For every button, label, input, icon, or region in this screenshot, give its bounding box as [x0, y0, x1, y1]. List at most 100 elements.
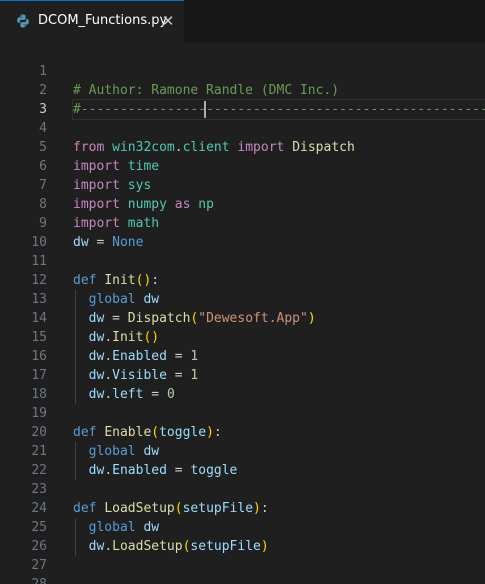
code-line[interactable]: 6 import time — [0, 157, 485, 176]
line-number: 27 — [31, 558, 47, 573]
code-token: import — [237, 140, 285, 155]
code-token: as — [174, 197, 191, 212]
line-number: 5 — [39, 140, 47, 155]
code-token: Enable — [104, 425, 152, 440]
code-line[interactable]: 23 — [0, 480, 485, 499]
code-text: dw.Enabled = toggle — [73, 461, 485, 480]
code-token: . — [104, 387, 113, 402]
code-token: dw — [143, 520, 160, 535]
code-token: = — [166, 349, 191, 364]
code-line[interactable]: 12 def Init(): — [0, 271, 485, 290]
code-text: dw.Enabled = 1 — [73, 347, 485, 366]
code-text: dw.Init() — [73, 328, 485, 347]
code-line[interactable]: 20 def Enable(toggle): — [0, 423, 485, 442]
code-text: global dw — [73, 290, 485, 309]
code-token: ) — [253, 501, 261, 516]
close-icon[interactable]: ✕ — [159, 10, 177, 32]
code-line[interactable]: 1 — [0, 62, 485, 81]
code-token: time — [127, 159, 160, 174]
code-token: def — [73, 273, 97, 288]
code-text: import math — [73, 214, 485, 233]
code-line[interactable]: 21 global dw — [0, 442, 485, 461]
code-token: Dispatch — [127, 311, 191, 326]
code-token: sys — [127, 178, 152, 193]
code-token: = — [166, 463, 191, 478]
code-line[interactable]: 11 — [0, 252, 485, 271]
editor-tab-bar: DCOM_Functions.py ✕ — [0, 0, 485, 42]
line-number: 1 — [39, 64, 47, 79]
code-token: dw — [88, 349, 105, 364]
code-text: import sys — [73, 176, 485, 195]
code-line[interactable]: 2 # Author: Ramone Randle (DMC Inc.) — [0, 81, 485, 100]
code-line[interactable]: 4 — [0, 119, 485, 138]
code-token: = — [104, 311, 128, 326]
code-token: dw — [88, 387, 105, 402]
code-token: numpy — [127, 197, 167, 212]
text-cursor — [204, 101, 206, 118]
line-number: 17 — [31, 368, 47, 383]
line-number: 14 — [31, 311, 47, 326]
code-line[interactable]: 16 dw.Enabled = 1 — [0, 347, 485, 366]
code-token: () — [135, 273, 152, 288]
code-line[interactable]: 24 def LoadSetup(setupFile): — [0, 499, 485, 518]
code-token: import — [73, 159, 120, 174]
code-token: . — [104, 539, 113, 554]
line-number: 20 — [31, 425, 47, 440]
code-line[interactable]: 22 dw.Enabled = toggle — [0, 461, 485, 480]
code-token: setupFile — [190, 539, 261, 554]
code-line[interactable]: 10 dw = None — [0, 233, 485, 252]
line-number: 24 — [31, 501, 47, 516]
line-number: 3 — [39, 102, 47, 117]
code-token: dw — [88, 311, 105, 326]
code-line[interactable]: 25 global dw — [0, 518, 485, 537]
code-line[interactable]: 28 — [0, 575, 485, 584]
code-token: = — [166, 368, 191, 383]
code-line[interactable]: 27 — [0, 556, 485, 575]
code-line[interactable]: 17 dw.Visible = 1 — [0, 366, 485, 385]
line-number: 18 — [31, 387, 47, 402]
line-number: 11 — [31, 254, 47, 269]
code-line[interactable]: 26 dw.LoadSetup(setupFile) — [0, 537, 485, 556]
line-number: 26 — [31, 539, 47, 554]
code-text: def Init(): — [73, 271, 485, 290]
line-number: 10 — [31, 235, 47, 250]
code-token: dw — [143, 292, 160, 307]
code-text: global dw — [73, 442, 485, 461]
code-token: global — [88, 520, 136, 535]
line-number: 2 — [39, 83, 47, 98]
code-line[interactable]: 9 import math — [0, 214, 485, 233]
code-token: np — [198, 197, 214, 212]
code-line[interactable]: 14 dw = Dispatch("Dewesoft.App") — [0, 309, 485, 328]
line-number: 25 — [31, 520, 47, 535]
tab-dcom-functions[interactable]: DCOM_Functions.py ✕ — [0, 0, 184, 42]
code-line[interactable]: 3 #--------------------------------------… — [0, 99, 485, 120]
code-line[interactable]: 13 global dw — [0, 290, 485, 309]
line-number: 19 — [31, 406, 47, 421]
code-line[interactable]: 8 import numpy as np — [0, 195, 485, 214]
code-line[interactable]: 19 — [0, 404, 485, 423]
code-token: LoadSetup — [104, 501, 175, 516]
code-token: Enabled — [112, 463, 167, 478]
code-editor[interactable]: 1 2 # Author: Ramone Randle (DMC Inc.) 3 #--… — [0, 42, 485, 584]
code-text: dw = Dispatch("Dewesoft.App") — [73, 309, 485, 328]
code-line[interactable]: 5 from win32com.client import Dispatch — [0, 138, 485, 157]
code-line[interactable]: 18 dw.left = 0 — [0, 385, 485, 404]
code-text: dw = None — [73, 233, 485, 252]
code-token: setupFile — [182, 501, 254, 516]
code-token: global — [88, 444, 136, 459]
code-line[interactable]: 7 import sys — [0, 176, 485, 195]
code-token: dw — [73, 235, 89, 250]
code-token: ( — [174, 501, 183, 516]
code-line[interactable]: 15 dw.Init() — [0, 328, 485, 347]
